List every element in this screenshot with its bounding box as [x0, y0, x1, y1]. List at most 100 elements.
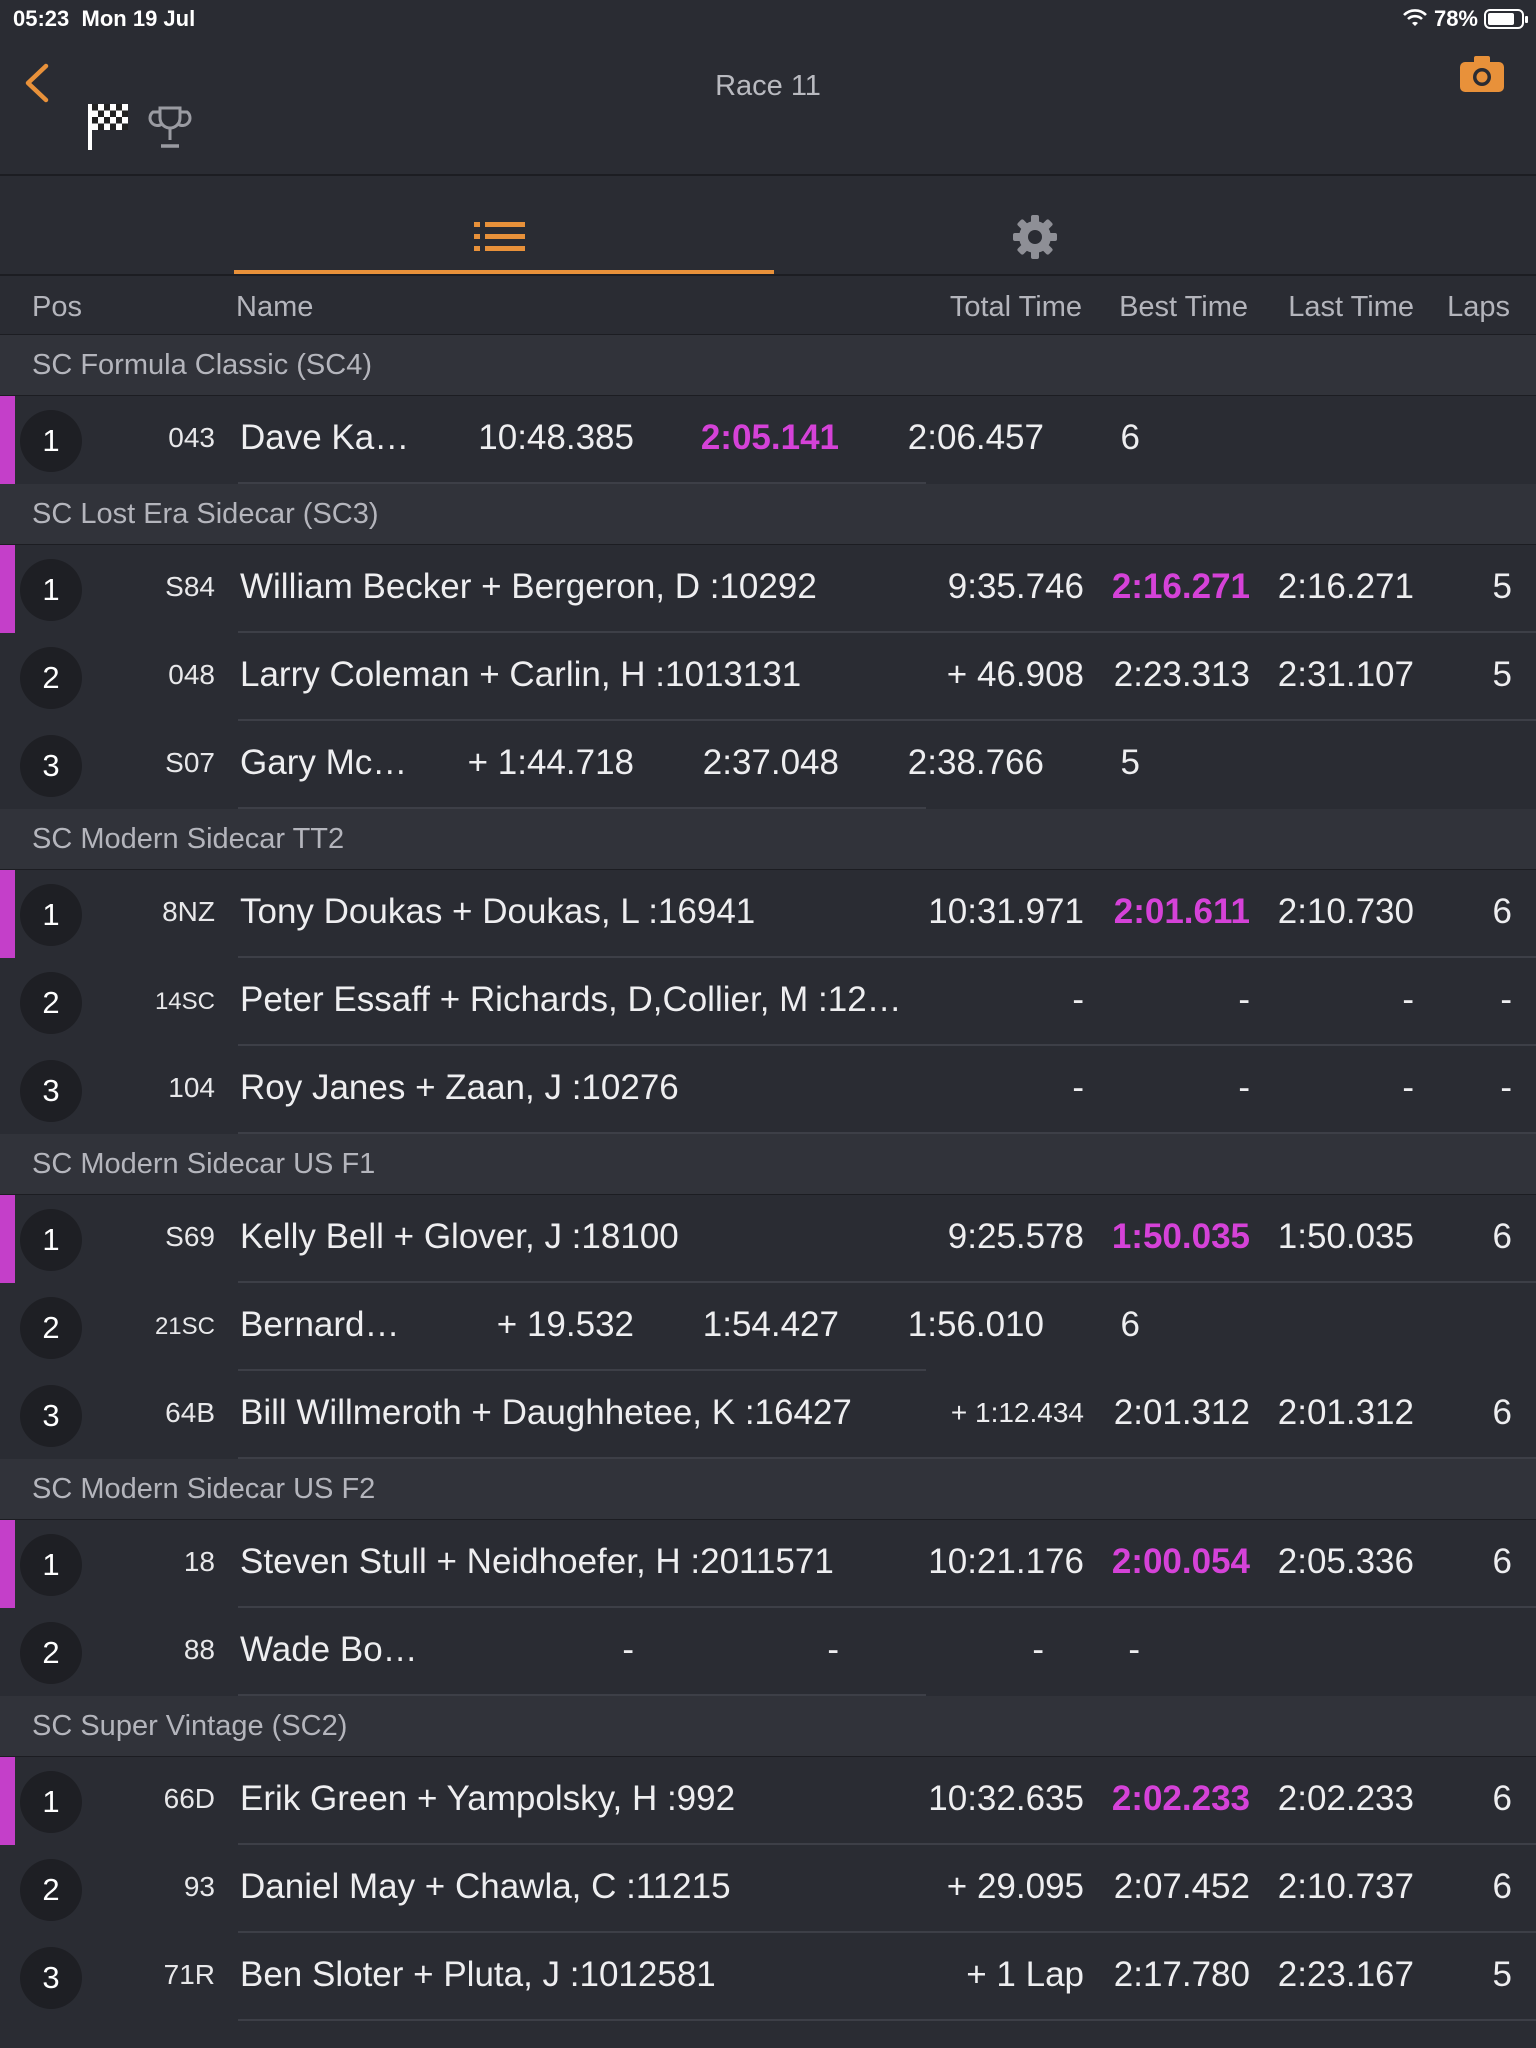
class-group-header: SC Modern Sidecar TT2 — [0, 809, 1536, 870]
best-time: - — [1238, 980, 1250, 1019]
camera-icon[interactable] — [1458, 52, 1506, 96]
tab-results-list[interactable] — [234, 176, 774, 274]
laps: 5 — [1492, 1955, 1512, 1994]
results-table: SC Formula Classic (SC4) 1 043 Dave Ka… 10:4… — [0, 335, 1536, 2021]
position-badge: 3 — [20, 735, 82, 797]
race-number: 88 — [183, 1634, 215, 1665]
table-row[interactable]: 3 64B Bill Willmeroth + Daughhetee, K :164… — [0, 1371, 1536, 1459]
best-time: 1:50.035 — [1111, 1217, 1250, 1256]
best-time: - — [1238, 1068, 1250, 1107]
race-number: 14SC — [154, 988, 215, 1015]
race-number: 64B — [165, 1397, 215, 1428]
position-badge: 2 — [20, 1297, 82, 1359]
rider-name: Tony Doukas + Doukas, L :16941 — [240, 892, 756, 931]
position-badge: 1 — [20, 1209, 82, 1271]
battery-icon — [1484, 9, 1528, 29]
status-bar: 05:23 Mon 19 Jul 78% — [0, 0, 1536, 40]
last-time: - — [1402, 1068, 1414, 1107]
last-time: - — [1402, 980, 1414, 1019]
table-row[interactable]: 1 S69 Kelly Bell + Glover, J :18100 9:25.57… — [0, 1195, 1536, 1283]
col-pos[interactable]: Pos — [32, 291, 82, 324]
position-badge: 1 — [20, 1534, 82, 1596]
status-date: Mon 19 Jul — [81, 6, 196, 31]
trophy-icon[interactable] — [148, 104, 192, 150]
nav-bar: Race 11 — [0, 40, 1536, 176]
tab-active-indicator — [234, 270, 774, 274]
race-number: 66D — [163, 1783, 215, 1814]
class-group-label: SC Modern Sidecar US F2 — [32, 1473, 376, 1505]
race-number: S69 — [165, 1221, 215, 1252]
table-row[interactable]: 1 043 Dave Ka… 10:48.385 2:05.141 2:06.457 6 — [0, 396, 1536, 484]
laps: - — [1128, 1630, 1140, 1669]
position-badge: 1 — [20, 559, 82, 621]
best-time: 2:02.233 — [1111, 1779, 1250, 1818]
table-row[interactable]: 1 66D Erik Green + Yampolsky, H :992 10:32.… — [0, 1757, 1536, 1845]
total-time: + 1 Lap — [966, 1955, 1084, 1994]
rider-name: Kelly Bell + Glover, J :18100 — [240, 1217, 679, 1256]
page-title: Race 11 — [715, 70, 821, 102]
col-last-time[interactable]: Last Time — [1288, 291, 1414, 324]
total-time: - — [1072, 1068, 1084, 1107]
table-row[interactable]: 2 88 Wade Bo… - - - - — [0, 1608, 1536, 1696]
laps: 6 — [1492, 892, 1512, 931]
total-time: 9:35.746 — [947, 567, 1084, 606]
col-total-time[interactable]: Total Time — [950, 291, 1082, 324]
tab-settings[interactable] — [774, 176, 1294, 274]
rider-name: Ben Sloter + Pluta, J :1012581 — [240, 1955, 716, 1994]
last-time: 2:02.233 — [1277, 1779, 1414, 1818]
class-group-header: SC Modern Sidecar US F1 — [0, 1134, 1536, 1195]
class-group-label: SC Super Vintage (SC2) — [32, 1710, 348, 1742]
tab-bar — [0, 176, 1536, 276]
column-headers: Pos Name Total Time Best Time Last Time … — [0, 276, 1536, 335]
last-time: 2:23.167 — [1277, 1955, 1414, 1994]
col-best-time[interactable]: Best Time — [1119, 291, 1248, 324]
col-name[interactable]: Name — [236, 291, 313, 324]
rider-name: Erik Green + Yampolsky, H :992 — [240, 1779, 736, 1818]
race-number: 043 — [168, 422, 215, 453]
total-time: 10:21.176 — [928, 1542, 1084, 1581]
laps: 6 — [1492, 1779, 1512, 1818]
class-leader-marker — [0, 396, 15, 484]
laps: - — [1500, 1068, 1512, 1107]
rider-name: Bill Willmeroth + Daughhetee, K :16427 — [240, 1393, 852, 1432]
best-time: - — [827, 1630, 839, 1669]
laps: 6 — [1120, 1305, 1140, 1344]
laps: 6 — [1492, 1393, 1512, 1432]
class-leader-marker — [0, 1520, 15, 1608]
col-laps[interactable]: Laps — [1447, 291, 1510, 324]
class-leader-marker — [0, 870, 15, 958]
table-row[interactable]: 3 71R Ben Sloter + Pluta, J :1012581 + 1 La… — [0, 1933, 1536, 2021]
best-time: 1:54.427 — [702, 1305, 839, 1344]
table-row[interactable]: 3 S07 Gary Mc… + 1:44.718 2:37.048 2:38.766 5 — [0, 721, 1536, 809]
laps: 6 — [1492, 1867, 1512, 1906]
last-time: - — [1032, 1630, 1044, 1669]
total-time: 10:31.971 — [928, 892, 1084, 931]
table-row[interactable]: 1 S84 William Becker + Bergeron, D :10292 9… — [0, 545, 1536, 633]
table-row[interactable]: 3 104 Roy Janes + Zaan, J :10276 - - - - — [0, 1046, 1536, 1134]
laps: - — [1500, 980, 1512, 1019]
laps: 5 — [1492, 655, 1512, 694]
table-row[interactable]: 2 21SC Bernard… + 19.532 1:54.427 1:56.010 6 — [0, 1283, 1536, 1371]
total-time: - — [622, 1630, 634, 1669]
table-row[interactable]: 1 8NZ Tony Doukas + Doukas, L :16941 10:31.… — [0, 870, 1536, 958]
total-time: - — [1072, 980, 1084, 1019]
class-group-label: SC Modern Sidecar TT2 — [32, 823, 345, 855]
best-time: 2:00.054 — [1111, 1542, 1250, 1581]
table-row[interactable]: 2 14SC Peter Essaff + Richards, D,Collier,… — [0, 958, 1536, 1046]
table-row[interactable]: 1 18 Steven Stull + Neidhoefer, H :2011571… — [0, 1520, 1536, 1608]
last-time: 1:56.010 — [907, 1305, 1044, 1344]
laps: 6 — [1120, 418, 1140, 457]
checkered-flag-icon[interactable] — [86, 100, 132, 152]
best-time: 2:37.048 — [702, 743, 839, 782]
table-row[interactable]: 2 93 Daniel May + Chawla, C :11215 + 29.095… — [0, 1845, 1536, 1933]
race-number: 21SC — [154, 1313, 215, 1340]
class-group-header: SC Modern Sidecar US F2 — [0, 1459, 1536, 1520]
position-badge: 2 — [20, 647, 82, 709]
rider-name: William Becker + Bergeron, D :10292 — [240, 567, 817, 606]
race-number: 93 — [183, 1871, 215, 1902]
last-time: 2:10.737 — [1277, 1867, 1414, 1906]
total-time: + 29.095 — [946, 1867, 1084, 1906]
last-time: 2:01.312 — [1277, 1393, 1414, 1432]
table-row[interactable]: 2 048 Larry Coleman + Carlin, H :1013131 + … — [0, 633, 1536, 721]
total-time: + 46.908 — [946, 655, 1084, 694]
